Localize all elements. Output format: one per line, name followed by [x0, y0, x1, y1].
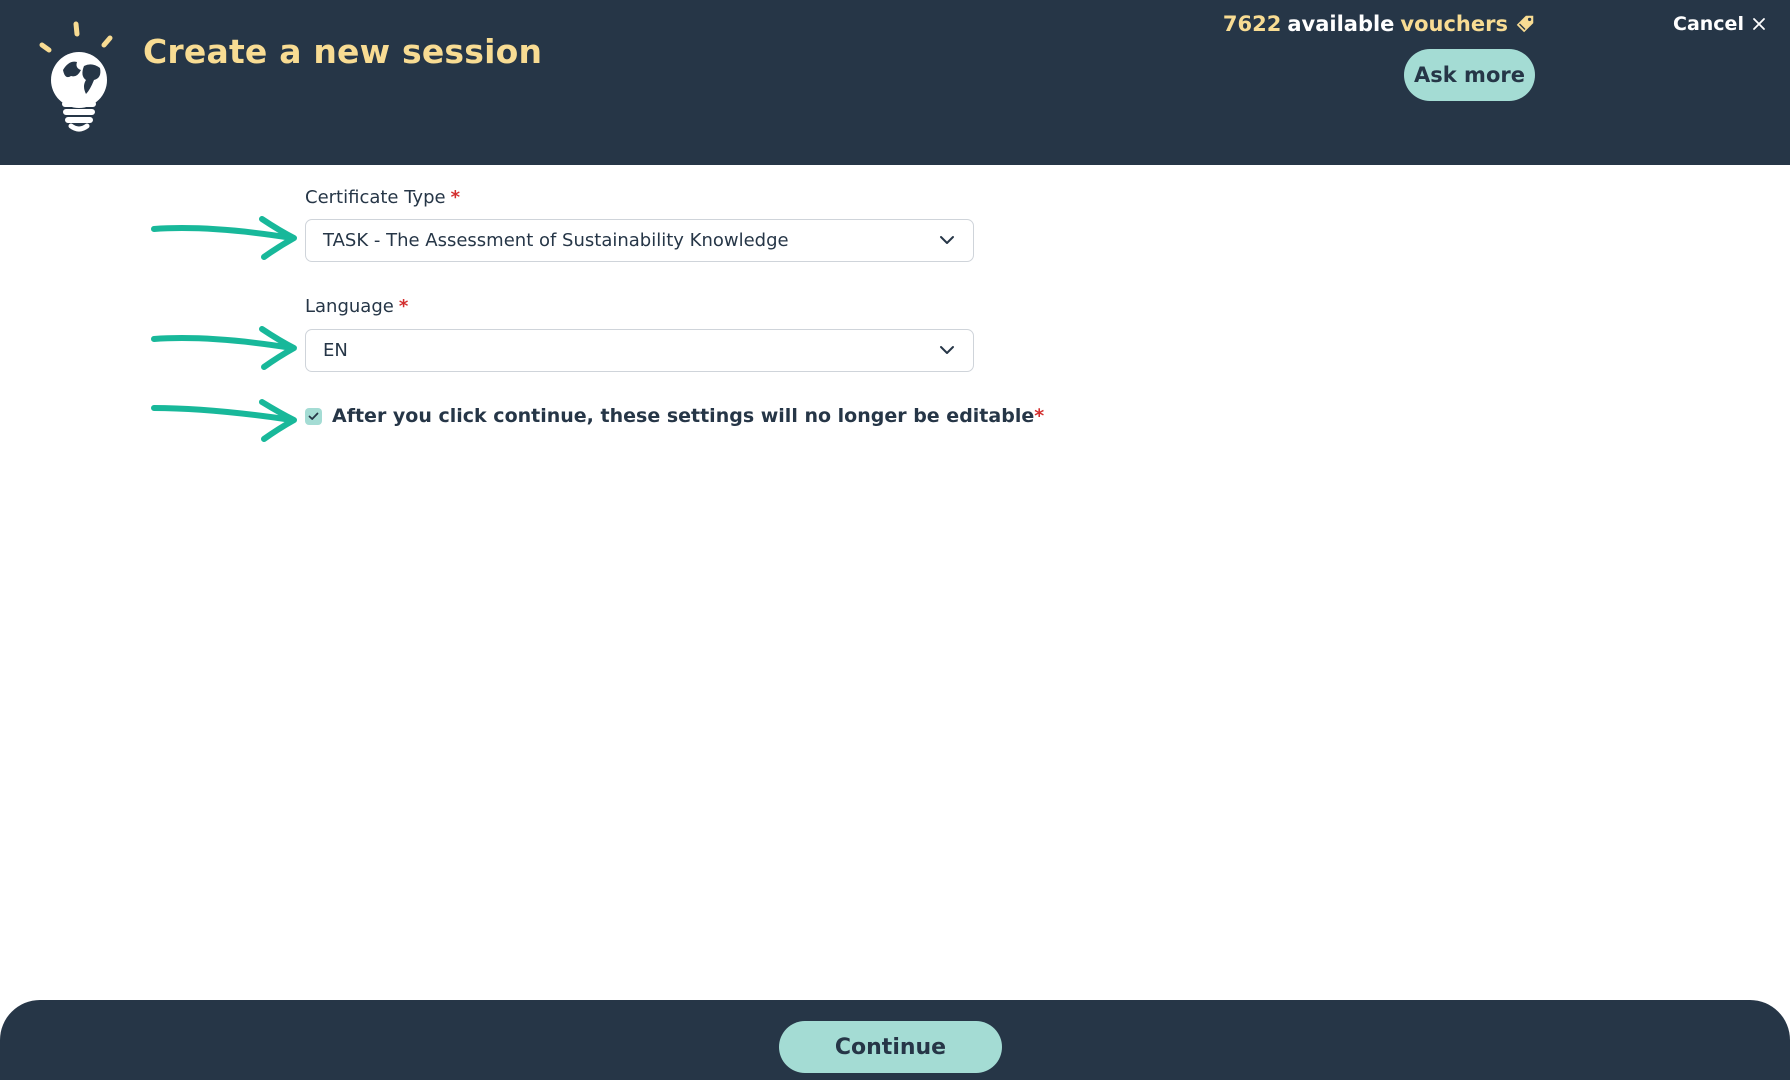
- language-select[interactable]: EN: [305, 329, 974, 372]
- confirmation-row: After you click continue, these settings…: [305, 405, 1044, 427]
- required-mark: *: [398, 296, 409, 317]
- arrow-right-icon: [151, 216, 297, 260]
- close-icon: [1753, 18, 1765, 30]
- arrow-right-icon: [151, 399, 297, 442]
- voucher-available-text: available: [1287, 12, 1395, 36]
- language-label: Language *: [305, 296, 408, 317]
- cancel-label: Cancel: [1673, 13, 1744, 35]
- confirmation-label: After you click continue, these settings…: [332, 405, 1044, 427]
- language-value: EN: [323, 340, 348, 361]
- lightbulb-globe-icon: [39, 21, 113, 132]
- confirmation-checkbox[interactable]: [305, 407, 322, 425]
- header-bar: Create a new session 7622 available vouc…: [0, 0, 1790, 165]
- certificate-type-value: TASK - The Assessment of Sustainability …: [323, 230, 789, 251]
- confirmation-label-text: After you click continue, these settings…: [332, 405, 1035, 427]
- voucher-label: vouchers: [1400, 12, 1508, 36]
- certificate-type-select[interactable]: TASK - The Assessment of Sustainability …: [305, 219, 974, 262]
- voucher-count: 7622: [1222, 12, 1282, 36]
- language-label-text: Language: [305, 296, 394, 317]
- required-mark: *: [1034, 405, 1045, 427]
- required-mark: *: [450, 187, 460, 208]
- cancel-button[interactable]: Cancel: [1673, 13, 1766, 35]
- arrow-right-icon: [151, 326, 297, 370]
- certificate-type-label: Certificate Type *: [305, 187, 460, 208]
- page-title: Create a new session: [143, 32, 543, 71]
- chevron-down-icon: [940, 346, 954, 354]
- continue-button[interactable]: Continue: [779, 1021, 1002, 1073]
- tag-icon: [1516, 15, 1534, 33]
- ask-more-button[interactable]: Ask more: [1404, 49, 1535, 101]
- checkmark-icon: [308, 412, 319, 420]
- certificate-type-label-text: Certificate Type: [305, 187, 446, 208]
- chevron-down-icon: [940, 236, 954, 244]
- voucher-counter: 7622 available vouchers: [1223, 12, 1536, 36]
